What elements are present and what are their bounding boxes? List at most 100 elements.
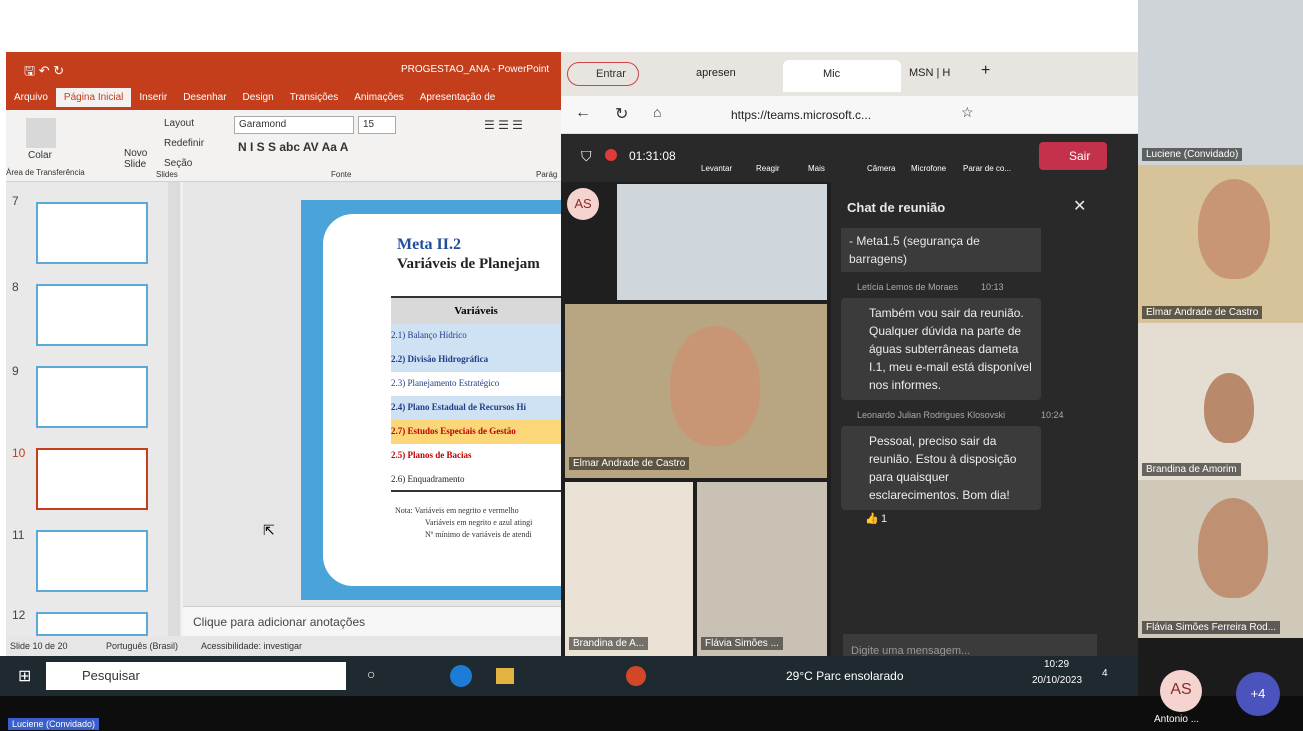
notification-count[interactable]: 4: [1102, 668, 1108, 679]
tab-arquivo[interactable]: Arquivo: [6, 88, 56, 107]
slide-thumb-12[interactable]: [36, 612, 148, 636]
more-button[interactable]: Mais: [808, 164, 825, 173]
new-tab-icon[interactable]: +: [981, 62, 990, 80]
tab-inserir[interactable]: Inserir: [131, 88, 175, 107]
slide: Meta II.2 Variáveis de Planejam Variávei…: [301, 200, 561, 600]
notes-pane[interactable]: Clique para adicionar anotações: [183, 606, 561, 636]
font-group-label: Fonte: [331, 170, 352, 179]
browser-tab[interactable]: apresen: [696, 67, 736, 79]
list-icons[interactable]: ☰ ☰ ☰: [484, 118, 523, 132]
participant-name: Brandina de Amorim: [1142, 463, 1241, 476]
camera-button[interactable]: Câmera: [867, 164, 895, 173]
tab-animacoes[interactable]: Animações: [346, 88, 411, 107]
slide-note: Variáveis em negrito e azul atingi: [425, 518, 533, 527]
message-time: 10:24: [1041, 410, 1064, 420]
participant-tile: Brandina de Amorim: [1138, 323, 1303, 480]
message-author: Leonardo Julian Rodrigues Klosovski: [857, 410, 1006, 420]
video-grid: AS Elmar Andrade de Castro Brandina de A…: [561, 182, 831, 656]
table-row: 2.6) Enquadramento: [391, 468, 561, 492]
slide-thumb-11[interactable]: [36, 530, 148, 592]
participant-strip: Luciene (Convidado) Elmar Andrade de Cas…: [1138, 0, 1303, 731]
tab-pagina-inicial[interactable]: Página Inicial: [55, 88, 132, 107]
paste-icon[interactable]: [26, 118, 56, 148]
tab-desenhar[interactable]: Desenhar: [175, 88, 234, 107]
notes-placeholder: Clique para adicionar anotações: [193, 615, 366, 629]
powerpoint-icon[interactable]: [626, 666, 646, 686]
refresh-icon[interactable]: ↻: [615, 104, 628, 124]
slide-thumb-9[interactable]: [36, 366, 148, 428]
edge-icon[interactable]: [450, 665, 472, 687]
active-tab[interactable]: Mic: [783, 60, 901, 92]
more-participants-button[interactable]: +4: [1236, 672, 1280, 716]
table-row: 2.7) Estudos Especiais de Gestão: [391, 420, 561, 444]
slide-thumb-7[interactable]: [36, 202, 148, 264]
new-slide-button[interactable]: Novo Slide: [124, 148, 154, 170]
chat-message: - Meta1.5 (segurança de barragens): [841, 228, 1041, 272]
clock-date[interactable]: 20/10/2023: [1032, 675, 1082, 686]
video-name-label: Brandina de A...: [569, 637, 649, 650]
slide-thumb-8[interactable]: [36, 284, 148, 346]
react-button[interactable]: Reagir: [756, 164, 780, 173]
address-bar: ← ↻ ⌂ https://teams.microsoft.c... ☆: [561, 96, 1138, 134]
stop-sharing-button[interactable]: Parar de co...: [963, 164, 1011, 173]
slide-subheading: Variáveis de Planejam: [397, 256, 540, 272]
thumb-number: 8: [12, 280, 19, 294]
table-row: 2.4) Plano Estadual de Recursos Hí: [391, 396, 561, 420]
accessibility-status[interactable]: Acessibilidade: investigar: [201, 641, 302, 651]
save-icon[interactable]: 🖫 ↶ ↻: [24, 62, 64, 84]
thumb-number: 12: [12, 608, 26, 622]
tab-apresentacao[interactable]: Apresentação de: [412, 88, 504, 107]
reset-button[interactable]: Redefinir: [164, 138, 204, 149]
weather-widget[interactable]: 29°C Parc ensolarado: [786, 669, 904, 683]
chat-message: Também vou sair da reunião. Qualquer dúv…: [841, 298, 1041, 400]
browser-tab[interactable]: MSN | H: [909, 67, 950, 79]
thumb-number: 9: [12, 364, 19, 378]
slide-counter: Slide 10 de 20: [10, 641, 68, 651]
leave-button[interactable]: Sair: [1039, 142, 1107, 170]
video-name-label: Elmar Andrade de Castro: [569, 457, 690, 470]
participant-name: Elmar Andrade de Castro: [1142, 306, 1263, 319]
raise-hand-button[interactable]: Levantar: [701, 164, 732, 173]
participant-tile: Flávia Simões Ferreira Rod...: [1138, 480, 1303, 638]
tab-design[interactable]: Design: [235, 88, 282, 107]
meeting-timer: 01:31:08: [629, 149, 676, 163]
taskbar-search[interactable]: Pesquisar: [46, 662, 346, 690]
font-name-select[interactable]: Garamond: [234, 116, 354, 134]
paste-button[interactable]: Colar: [28, 150, 52, 161]
layout-button[interactable]: Layout: [164, 118, 194, 129]
message-time: 10:13: [981, 282, 1004, 292]
close-icon[interactable]: ✕: [1073, 196, 1086, 216]
video-tile: Flávia Simões ...: [697, 482, 827, 656]
thumb-number: 7: [12, 194, 19, 208]
chat-message: Pessoal, preciso sair da reunião. Estou …: [841, 426, 1041, 510]
presenter-label: Luciene (Convidado): [8, 718, 100, 730]
windows-taskbar: ⊞ Pesquisar ○ 29°C Parc ensolarado 10:29…: [0, 656, 1138, 696]
windows-start-icon[interactable]: ⊞: [18, 666, 31, 686]
task-view-icon[interactable]: ○: [367, 666, 375, 682]
slide-thumb-10-selected[interactable]: [36, 448, 148, 510]
tab-transicoes[interactable]: Transições: [282, 88, 347, 107]
home-icon[interactable]: ⌂: [653, 104, 661, 120]
section-button[interactable]: Seção: [164, 158, 192, 169]
clock-time[interactable]: 10:29: [1044, 659, 1069, 670]
reaction-icon[interactable]: 👍: [865, 512, 879, 525]
thumb-number: 11: [12, 528, 25, 542]
avatar-name: Antonio ...: [1154, 714, 1200, 725]
ppt-ribbon: Colar Área de Transferência Novo Slide L…: [6, 110, 561, 182]
microphone-button[interactable]: Microfone: [911, 164, 946, 173]
back-icon[interactable]: ←: [575, 104, 591, 122]
url-field[interactable]: https://teams.microsoft.c...: [731, 108, 871, 122]
video-tile: Brandina de A...: [565, 482, 693, 656]
video-name-label: Flávia Simões ...: [701, 637, 783, 650]
table-row: 2.3) Planejamento Estratégico: [391, 372, 561, 396]
tab-label: Mic: [823, 68, 841, 80]
font-size-select[interactable]: 15: [358, 116, 396, 134]
font-format-icons[interactable]: N I S S abc AV Aa A: [238, 140, 348, 154]
thumbnail-scrollbar[interactable]: [168, 182, 180, 636]
recording-icon: [605, 149, 617, 161]
table-row: 2.5) Planos de Bacias: [391, 444, 561, 468]
profile-button[interactable]: Entrar: [567, 62, 639, 86]
favorite-icon[interactable]: ☆: [961, 104, 974, 121]
file-explorer-icon[interactable]: [496, 668, 514, 684]
language-status[interactable]: Português (Brasil): [106, 641, 178, 651]
